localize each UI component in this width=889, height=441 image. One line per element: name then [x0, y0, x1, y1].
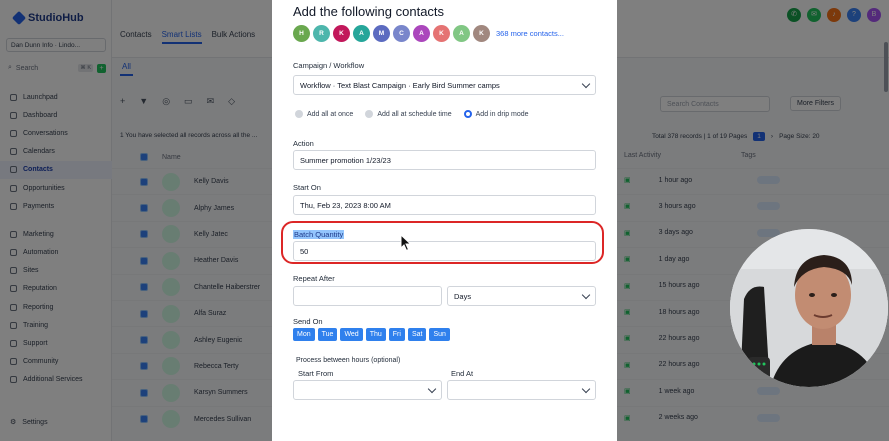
chevron-down-icon — [581, 384, 591, 394]
contact-chip: K — [433, 25, 450, 42]
contact-chip: H — [293, 25, 310, 42]
start-from-select[interactable] — [293, 380, 442, 400]
campaign-value: Workflow · Text Blast Campaign · Early B… — [300, 81, 500, 90]
radio-button[interactable] — [365, 110, 374, 118]
contact-chip: K — [473, 25, 490, 42]
process-hours-label: Process between hours (optional) — [296, 357, 401, 364]
presenter-video — [730, 229, 888, 387]
start-from-label: Start From — [298, 369, 334, 378]
modal-title: Add the following contacts — [293, 4, 445, 19]
radio-button-selected[interactable] — [463, 110, 472, 118]
radio-add-at-schedule[interactable]: Add all at schedule time — [365, 110, 452, 118]
chevron-down-icon — [427, 384, 437, 394]
repeat-after-label: Repeat After — [293, 274, 335, 283]
action-label: Action — [293, 139, 314, 148]
contact-chip: A — [453, 25, 470, 42]
end-at-select[interactable] — [447, 380, 596, 400]
chevron-down-icon — [581, 79, 591, 89]
end-at-label: End At — [451, 369, 474, 378]
contact-chip: K — [333, 25, 350, 42]
campaign-label: Campaign / Workflow — [293, 61, 365, 70]
radio-label: Add all at schedule time — [377, 110, 452, 118]
contact-chip: A — [353, 25, 370, 42]
start-on-label: Start On — [293, 183, 321, 192]
day-sun[interactable]: Sun — [429, 328, 450, 341]
chevron-down-icon — [581, 290, 591, 300]
webcam-overlay — [730, 229, 888, 387]
mouse-cursor-icon — [400, 234, 412, 252]
repeat-unit-select[interactable]: Days — [447, 286, 596, 306]
repeat-after-input[interactable] — [293, 286, 442, 306]
day-thu[interactable]: Thu — [365, 328, 386, 341]
radio-button[interactable] — [295, 110, 303, 118]
action-input[interactable]: Summer promotion 1/23/23 — [293, 150, 596, 170]
day-sat[interactable]: Sat — [407, 328, 427, 341]
radio-add-all-at-once[interactable]: Add all at once — [295, 110, 353, 118]
more-contacts-link[interactable]: 368 more contacts... — [496, 29, 564, 38]
radio-label: Add all at once — [307, 110, 354, 118]
contact-chips: H R K A M C A K A K 368 more contacts... — [293, 25, 564, 42]
contact-chip: C — [393, 25, 410, 42]
send-on-label: Send On — [293, 317, 323, 326]
radio-label: Add in drip mode — [475, 110, 529, 118]
contact-chip: R — [313, 25, 330, 42]
send-on-days: Mon Tue Wed Thu Fri Sat Sun — [293, 328, 450, 341]
day-mon[interactable]: Mon — [293, 328, 315, 341]
highlight-ring — [281, 221, 604, 264]
campaign-select[interactable]: Workflow · Text Blast Campaign · Early B… — [293, 75, 596, 95]
day-tue[interactable]: Tue — [317, 328, 338, 341]
contact-chip: A — [413, 25, 430, 42]
radio-drip-mode[interactable]: Add in drip mode — [463, 110, 529, 118]
day-fri[interactable]: Fri — [388, 328, 405, 341]
add-mode-radios: Add all at once Add all at schedule time… — [295, 110, 529, 118]
day-wed[interactable]: Wed — [340, 328, 363, 341]
start-on-input[interactable]: Thu, Feb 23, 2023 8:00 AM — [293, 195, 596, 215]
contact-chip: M — [373, 25, 390, 42]
repeat-unit-value: Days — [454, 292, 472, 301]
